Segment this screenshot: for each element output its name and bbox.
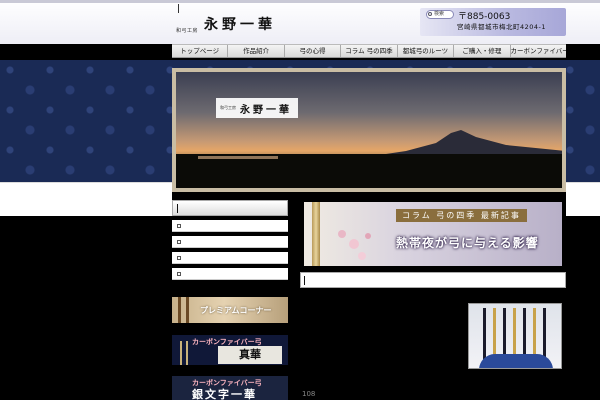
nav-item-bow-guide[interactable]: 弓の心得 (285, 45, 342, 57)
column-latest-banner[interactable]: コラム 弓の四季 最新記事 熱帯夜が弓に与える影響 (304, 202, 562, 266)
bullet-icon (177, 224, 181, 228)
logo-subtitle: 和弓工房 (176, 28, 199, 34)
rod-icon (186, 341, 188, 365)
rod-icon (180, 341, 182, 365)
sidebar-link[interactable] (172, 220, 288, 232)
column-headline: 熱帯夜が弓に与える影響 (396, 236, 539, 250)
text-caret (304, 276, 305, 285)
premium-corner-banner[interactable]: プレミアムコーナー (172, 297, 288, 323)
hero-logo: 和弓工房 永野一華 (216, 98, 298, 118)
arrow-stand (479, 354, 553, 368)
hero-logo-subtitle: 和弓工房 (220, 105, 236, 110)
page: 和弓工房 永野一華 検索 〒885-0063 宮崎県都城市梅北町4204-1 ト… (0, 0, 600, 400)
arrow-icon (533, 308, 536, 360)
bullet-icon (177, 272, 181, 276)
sidebar-link[interactable] (172, 268, 288, 280)
mountain-silhouette (366, 130, 562, 157)
sidebar-link[interactable] (172, 252, 288, 264)
bow-icon (312, 202, 320, 266)
nav-item-top[interactable]: トップページ (172, 45, 229, 57)
nav-item-works[interactable]: 作品紹介 (228, 45, 285, 57)
hero-logo-title: 永野一華 (240, 104, 292, 116)
site-logo[interactable]: 和弓工房 永野一華 (176, 14, 276, 34)
banner-title: 真華 (218, 346, 282, 364)
arrow-icon (513, 308, 516, 360)
hero-frame: 和弓工房 永野一華 (172, 68, 566, 192)
premium-banner-label: プレミアムコーナー (200, 306, 272, 315)
white-strip-left (0, 183, 172, 216)
flower-decoration (338, 230, 371, 260)
bullet-icon (177, 256, 181, 260)
nav-item-carbon[interactable]: カーボンファイバー弓 (511, 45, 566, 57)
white-strip-right (566, 183, 600, 216)
bow-icon (178, 297, 181, 323)
search-label: 検索 (434, 11, 445, 17)
arrow-icon (483, 308, 486, 360)
sidebar-search-input[interactable] (172, 200, 288, 216)
news-heading-bar (300, 272, 566, 288)
page-number: 108 (302, 390, 316, 398)
carbon-ginbun-banner[interactable]: カーボンファイバー弓 銀文字一華 (172, 376, 288, 400)
bullet-icon (177, 240, 181, 244)
carbon-shinka-banner[interactable]: カーボンファイバー弓 真華 (172, 335, 288, 365)
ground-silhouette (176, 154, 562, 188)
search-icon (428, 12, 432, 16)
arrow-icon (503, 308, 506, 360)
hero-image: 和弓工房 永野一華 (176, 72, 562, 188)
text-caret (178, 4, 179, 13)
main-nav: トップページ 作品紹介 弓の心得 コラム 弓の四季 都城弓のルーツ ご購入・修理… (172, 44, 566, 58)
nav-item-column[interactable]: コラム 弓の四季 (341, 45, 398, 57)
arrow-icon (543, 308, 546, 360)
water-reflection (198, 156, 278, 159)
arrow-icon (523, 308, 526, 360)
nav-item-purchase[interactable]: ご購入・修理 (454, 45, 511, 57)
arrows-photo[interactable] (468, 303, 562, 369)
column-label: コラム 弓の四季 最新記事 (396, 209, 527, 222)
bow-icon (186, 297, 189, 323)
text-caret (177, 204, 178, 213)
banner-title: 銀文字一華 (192, 388, 257, 400)
top-border (0, 0, 600, 3)
arrow-icon (493, 308, 496, 360)
address: 宮崎県都城市梅北町4204-1 (457, 23, 547, 31)
sidebar-link[interactable] (172, 236, 288, 248)
nav-item-roots[interactable]: 都城弓のルーツ (398, 45, 455, 57)
site-header: 和弓工房 永野一華 検索 〒885-0063 宮崎県都城市梅北町4204-1 (0, 0, 600, 44)
logo-title: 永野一華 (204, 17, 277, 33)
